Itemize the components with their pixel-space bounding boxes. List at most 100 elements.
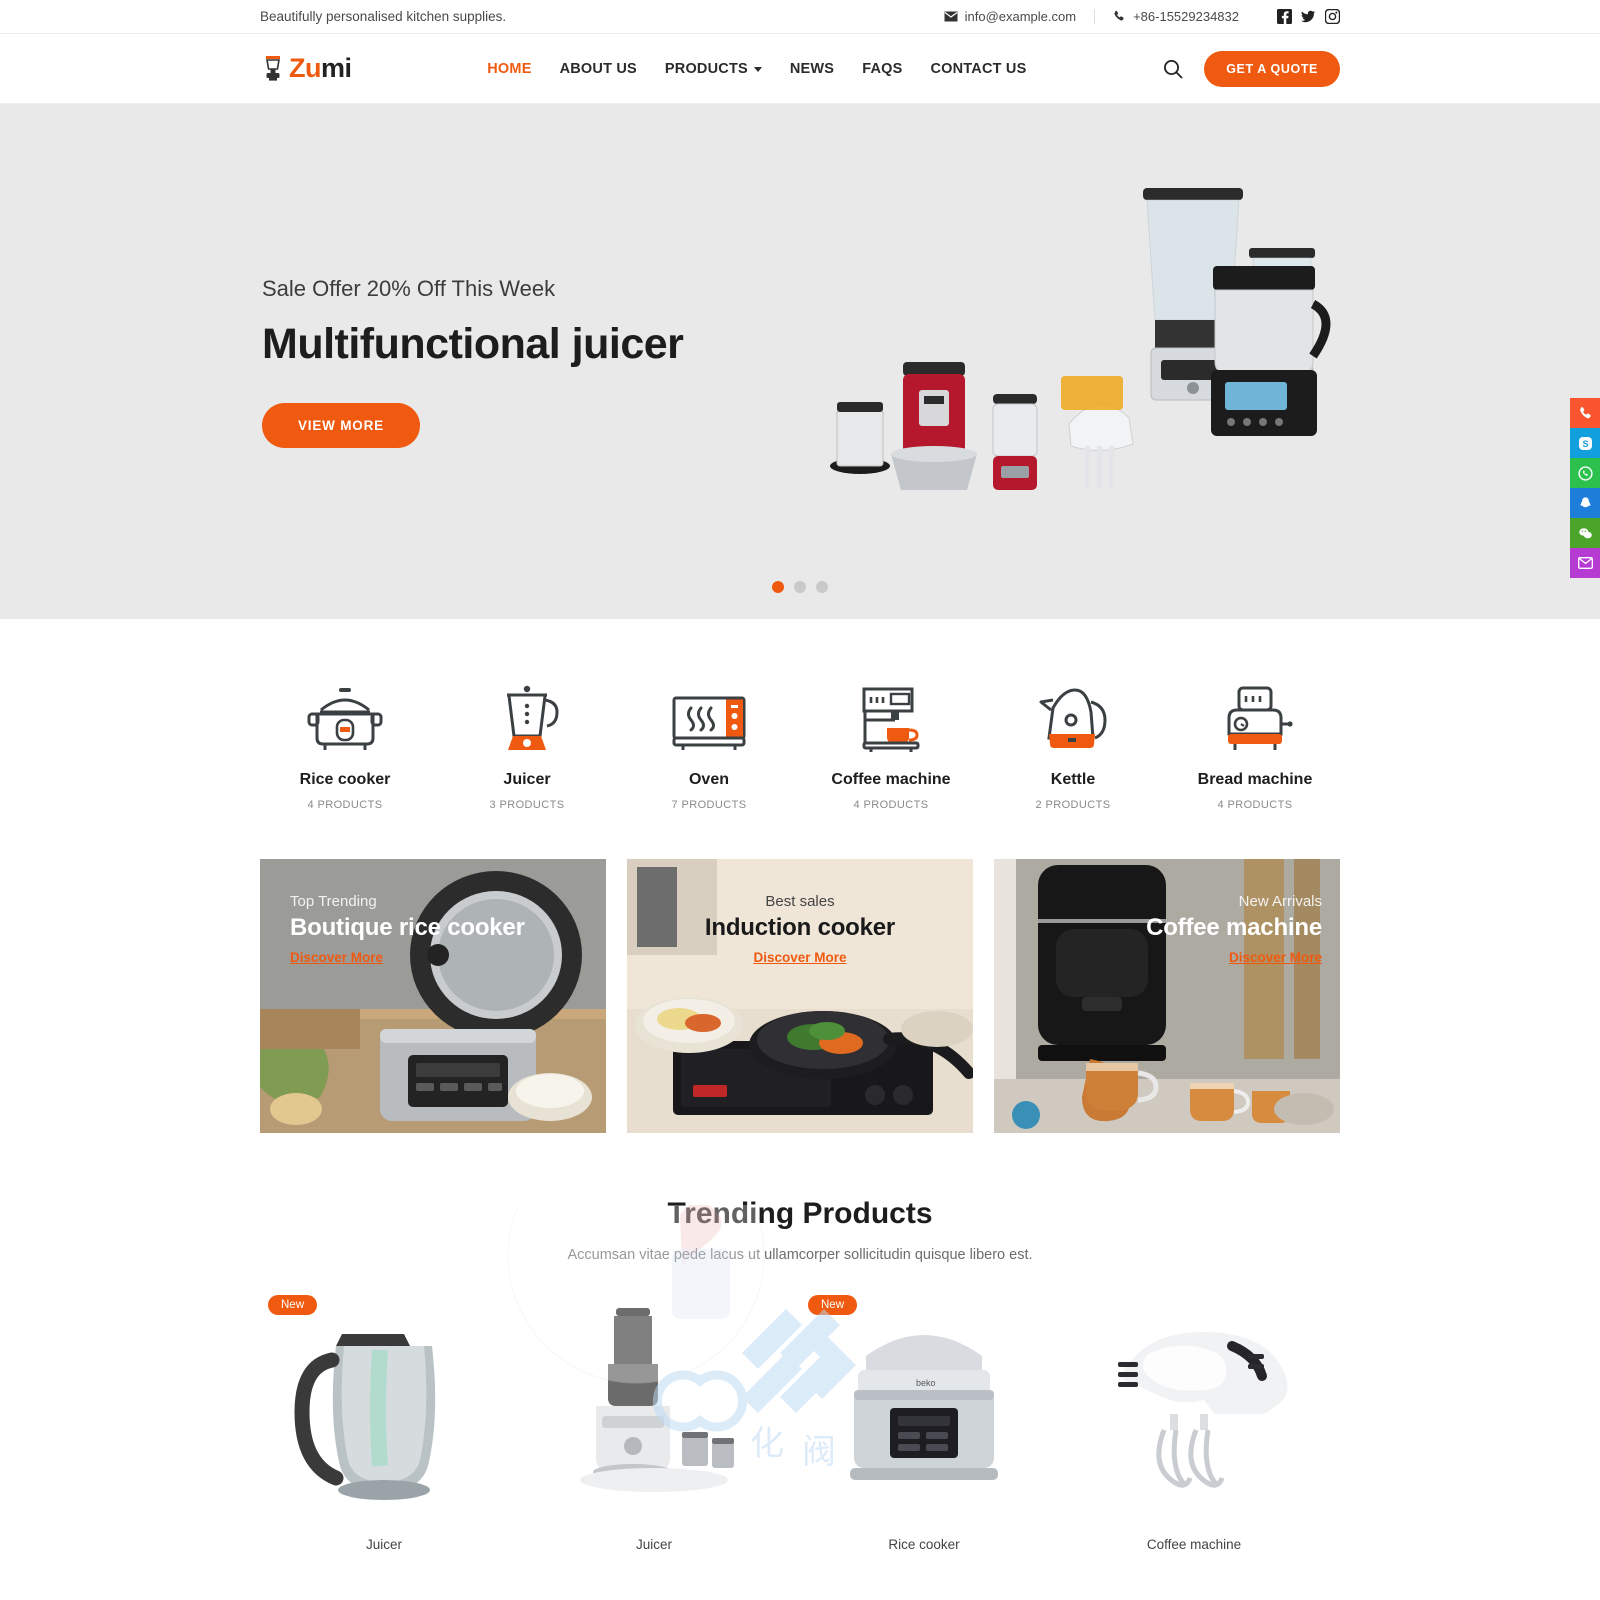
svg-text:S: S — [1582, 439, 1588, 449]
category-name: Bread machine — [1197, 771, 1313, 788]
coffee-machine-icon — [806, 681, 976, 759]
promo-banner-rice-cooker[interactable]: Top Trending Boutique rice cooker Discov… — [260, 859, 606, 1133]
promo-kicker: New Arrivals — [1238, 893, 1322, 910]
phone-text: +86-15529234832 — [1133, 9, 1239, 24]
promo-banner-list: Top Trending Boutique rice cooker Discov… — [260, 859, 1340, 1133]
twitter-icon[interactable] — [1301, 9, 1316, 24]
product-juicer-image — [530, 1289, 778, 1521]
category-juicer[interactable]: Juicer 3 PRODUCTS — [442, 681, 612, 811]
rail-phone-button[interactable] — [1570, 398, 1600, 428]
instagram-icon[interactable] — [1325, 9, 1340, 24]
category-count: 7 PRODUCTS — [671, 799, 747, 811]
hero-slider-dots — [0, 581, 1600, 593]
section-subtitle: Accumsan vitae pede lacus ut ullamcorper… — [567, 1247, 1033, 1263]
facebook-icon[interactable] — [1277, 9, 1292, 24]
logo-text-u: u — [305, 53, 322, 83]
category-name: Rice cooker — [299, 771, 391, 788]
promo-banner-coffee-machine[interactable]: New Arrivals Coffee machine Discover Mor… — [994, 859, 1340, 1133]
phone-icon — [1113, 10, 1126, 23]
product-card-coffee-machine[interactable]: Coffee machine — [1070, 1289, 1318, 1552]
phone-contact[interactable]: +86-15529234832 — [1095, 9, 1257, 24]
nav-item-faqs[interactable]: FAQS — [862, 61, 902, 77]
logo-blender-icon — [260, 55, 286, 83]
nav-label-about-us: ABOUT US — [559, 60, 637, 77]
hero-dot-3[interactable] — [816, 581, 828, 593]
hero-dot-1[interactable] — [772, 581, 784, 593]
category-name: Coffee machine — [831, 771, 951, 788]
nav-item-home[interactable]: HOME — [487, 61, 531, 77]
status-badge: New — [268, 1295, 318, 1315]
rail-skype-button[interactable]: S — [1570, 428, 1600, 458]
logo-text-z: Z — [289, 53, 306, 83]
product-name: Rice cooker — [888, 1537, 960, 1552]
category-count: 4 PRODUCTS — [307, 799, 383, 811]
promo-banner-induction-cooker[interactable]: Best sales Induction cooker Discover Mor… — [627, 859, 973, 1133]
category-count: 2 PRODUCTS — [1035, 799, 1111, 811]
hero-copy: Sale Offer 20% Off This Week Multifuncti… — [260, 276, 740, 448]
category-rice-cooker[interactable]: Rice cooker 4 PRODUCTS — [260, 681, 430, 811]
product-card-juicer-1[interactable]: New Juicer — [260, 1289, 508, 1552]
category-oven[interactable]: Oven 7 PRODUCTS — [624, 681, 794, 811]
email-contact[interactable]: info@example.com — [926, 9, 1096, 24]
nav-item-about-us[interactable]: ABOUT US — [560, 61, 637, 77]
whatsapp-icon — [1577, 465, 1593, 481]
promo-banner-copy: Best sales Induction cooker Discover Mor… — [627, 893, 973, 967]
wechat-icon — [1578, 526, 1593, 541]
category-count: 3 PRODUCTS — [489, 799, 565, 811]
phone-icon — [1578, 406, 1593, 421]
hero-appliances-image — [825, 174, 1365, 504]
rail-qq-button[interactable] — [1570, 488, 1600, 518]
promo-title: Boutique rice cooker — [290, 914, 525, 941]
rail-wechat-button[interactable] — [1570, 518, 1600, 548]
logo[interactable]: Zumi — [260, 53, 352, 84]
top-social-links — [1257, 9, 1340, 24]
nav-item-news[interactable]: NEWS — [790, 61, 834, 77]
discover-more-link[interactable]: Discover More — [753, 950, 846, 965]
product-name: Coffee machine — [1146, 1537, 1242, 1552]
main-navigation: HOME ABOUT US PRODUCTS NEWS FAQS CONTACT… — [487, 61, 1026, 77]
qq-icon — [1578, 496, 1593, 511]
product-rice-cooker-image: beko — [800, 1289, 1048, 1521]
discover-more-link[interactable]: Discover More — [290, 950, 383, 965]
logo-text-mi: mi — [321, 53, 352, 83]
bread-machine-icon — [1170, 681, 1340, 759]
promo-kicker: Top Trending — [290, 893, 377, 910]
skype-icon: S — [1578, 436, 1593, 451]
view-more-button[interactable]: VIEW MORE — [262, 402, 420, 448]
search-icon[interactable] — [1162, 58, 1184, 80]
promo-title: Coffee machine — [1146, 914, 1322, 941]
product-hand-mixer-image — [1070, 1289, 1318, 1521]
hero-dot-2[interactable] — [794, 581, 806, 593]
rice-cooker-icon — [260, 681, 430, 759]
promo-banner-copy: Top Trending Boutique rice cooker Discov… — [260, 893, 606, 967]
top-bar: Beautifully personalised kitchen supplie… — [0, 0, 1600, 34]
product-kettle-image — [260, 1289, 508, 1521]
section-title: Trending Products — [667, 1197, 933, 1230]
svg-text:beko: beko — [916, 1378, 936, 1388]
get-a-quote-button[interactable]: GET A QUOTE — [1204, 50, 1340, 87]
category-name: Oven — [688, 771, 729, 788]
product-name: Juicer — [635, 1537, 672, 1552]
nav-label-home: HOME — [487, 60, 532, 77]
category-coffee-machine[interactable]: Coffee machine 4 PRODUCTS — [806, 681, 976, 811]
rail-email-button[interactable] — [1570, 548, 1600, 578]
product-card-rice-cooker[interactable]: New beko Rice cooker — [800, 1289, 1048, 1552]
status-badge: New — [808, 1295, 858, 1315]
nav-item-contact-us[interactable]: CONTACT US — [930, 61, 1026, 77]
hero-title: Multifunctional juicer — [262, 319, 684, 368]
floating-contact-rail: S — [1570, 398, 1600, 578]
page-root: Beautifully personalised kitchen supplie… — [0, 0, 1600, 1600]
envelope-icon — [944, 11, 958, 22]
category-kettle[interactable]: Kettle 2 PRODUCTS — [988, 681, 1158, 811]
product-name: Juicer — [365, 1537, 402, 1552]
chevron-down-icon — [753, 67, 762, 72]
category-bread-machine[interactable]: Bread machine 4 PRODUCTS — [1170, 681, 1340, 811]
nav-item-products[interactable]: PRODUCTS — [665, 61, 762, 77]
nav-label-products: PRODUCTS — [664, 60, 748, 77]
discover-more-link[interactable]: Discover More — [1229, 950, 1322, 965]
promo-kicker: Best sales — [765, 893, 835, 910]
rail-whatsapp-button[interactable] — [1570, 458, 1600, 488]
hero-subtitle: Sale Offer 20% Off This Week — [262, 275, 556, 301]
promo-banner-copy: New Arrivals Coffee machine Discover Mor… — [994, 893, 1340, 967]
product-card-juicer-2[interactable]: Juicer — [530, 1289, 778, 1552]
